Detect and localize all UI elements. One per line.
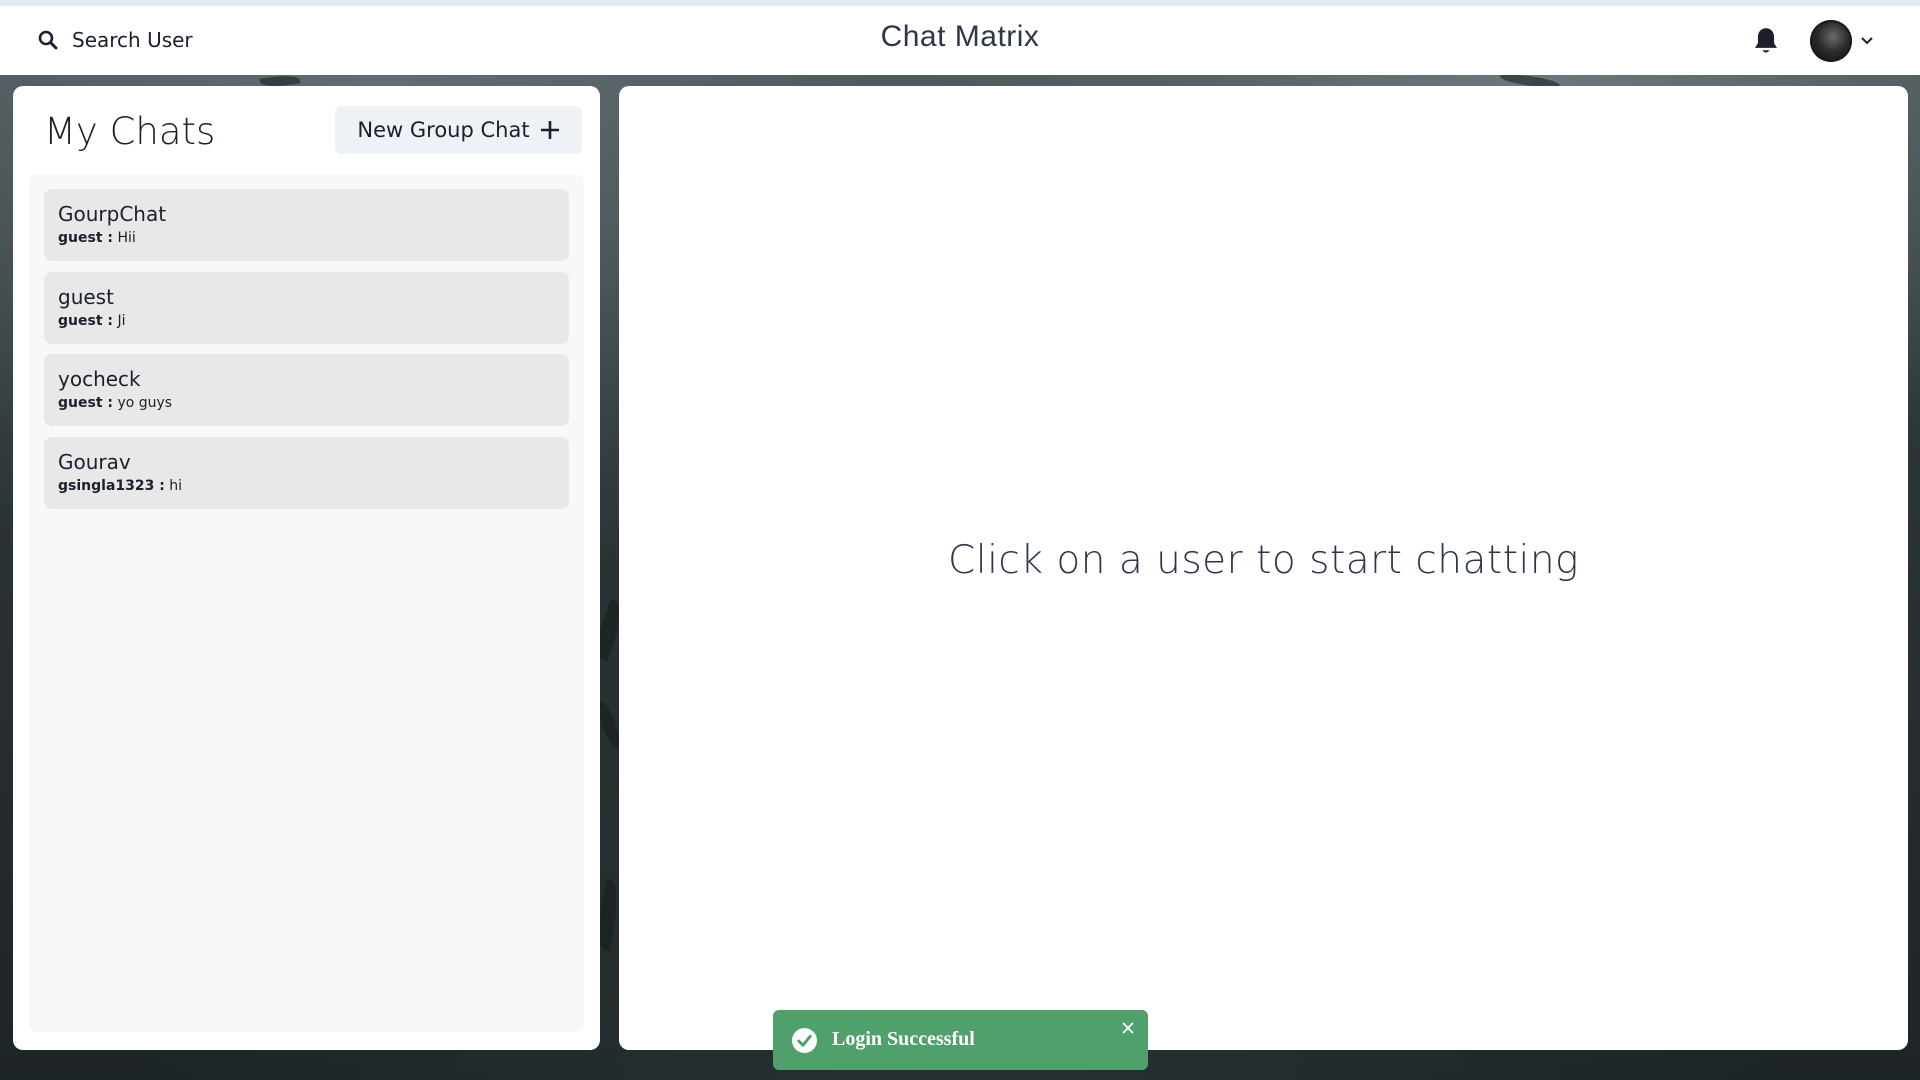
chat-last-sender: guest : bbox=[58, 313, 113, 329]
avatar bbox=[1810, 20, 1852, 62]
chat-list-item[interactable]: GourpChat guest : Hii bbox=[44, 189, 569, 261]
my-chats-panel: My Chats New Group Chat GourpChat guest … bbox=[13, 86, 600, 1050]
chat-list-item[interactable]: yocheck guest : yo guys bbox=[44, 354, 569, 426]
chevron-down-icon bbox=[1861, 37, 1873, 45]
plus-icon bbox=[540, 121, 559, 139]
chat-last-message: guest : Hii bbox=[58, 230, 555, 246]
toast-message: Login Successful bbox=[832, 1028, 975, 1050]
chat-last-sender: guest : bbox=[58, 230, 113, 246]
chat-last-message: gsingla1323 : hi bbox=[58, 478, 555, 494]
chat-name: GourpChat bbox=[58, 202, 167, 226]
chat-name: guest bbox=[58, 285, 114, 309]
chat-last-text: Hii bbox=[117, 230, 136, 246]
search-user-button[interactable]: Search User bbox=[28, 18, 203, 62]
empty-chat-message: Click on a user to start chatting bbox=[948, 538, 1579, 583]
my-chats-header: My Chats New Group Chat bbox=[13, 86, 600, 174]
check-circle-icon bbox=[792, 1028, 817, 1053]
chat-last-sender: guest : bbox=[58, 395, 113, 411]
bell-icon[interactable] bbox=[1752, 26, 1780, 56]
new-group-chat-label: New Group Chat bbox=[357, 118, 530, 142]
chat-window: Click on a user to start chatting bbox=[619, 86, 1908, 1050]
chat-last-text: yo guys bbox=[117, 395, 173, 411]
new-group-chat-button[interactable]: New Group Chat bbox=[335, 106, 582, 154]
chat-last-message: guest : Ji bbox=[58, 313, 555, 329]
login-success-toast: Login Successful bbox=[773, 1010, 1148, 1070]
close-icon[interactable] bbox=[1120, 1020, 1136, 1036]
app-title: Chat Matrix bbox=[880, 20, 1040, 53]
chat-name: Gourav bbox=[58, 450, 131, 474]
chat-last-message: guest : yo guys bbox=[58, 395, 555, 411]
my-chats-title: My Chats bbox=[44, 110, 216, 153]
chat-last-text: Ji bbox=[117, 313, 126, 329]
chat-last-sender: gsingla1323 : bbox=[58, 478, 165, 494]
chat-list-item[interactable]: guest guest : Ji bbox=[44, 272, 569, 344]
chat-list: GourpChat guest : Hii guest guest : Ji y… bbox=[29, 174, 584, 1032]
top-navbar: Search User Chat Matrix bbox=[0, 0, 1920, 75]
profile-menu-button[interactable] bbox=[1810, 20, 1874, 62]
search-user-label: Search User bbox=[72, 28, 193, 52]
chat-name: yocheck bbox=[58, 367, 141, 391]
chat-list-item[interactable]: Gourav gsingla1323 : hi bbox=[44, 437, 569, 509]
search-icon bbox=[38, 30, 58, 50]
chat-last-text: hi bbox=[169, 478, 183, 494]
